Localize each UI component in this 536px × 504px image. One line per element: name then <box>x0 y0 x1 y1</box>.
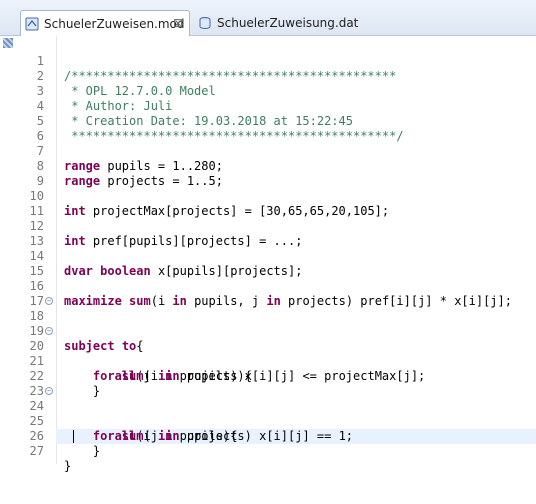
code-text: dvar boolean x[pupils][projects]; <box>64 264 303 278</box>
code-text: int projectMax[projects] = [30,65,65,20,… <box>64 204 390 218</box>
keyword: to <box>121 339 137 353</box>
code-editor[interactable]: 1 /*************************************… <box>0 36 536 473</box>
tab-schuelerzuweisung-dat[interactable]: SchuelerZuweisung.dat <box>194 10 358 36</box>
text-caret <box>73 430 74 443</box>
fold-collapse-icon[interactable]: − <box>45 297 53 305</box>
data-file-icon <box>198 16 212 30</box>
code-line: 11 <box>0 189 44 218</box>
code-line: 25 sum(j in projects) x[i][j] == 1; <box>0 399 353 443</box>
keyword: sum <box>121 369 144 383</box>
code-line: 21 sum(i in pupils) x[i][j] <= projectMa… <box>0 339 426 383</box>
model-file-icon <box>25 17 39 31</box>
close-tab-icon[interactable]: ⊠ <box>173 16 183 30</box>
fold-collapse-icon[interactable]: − <box>45 327 53 335</box>
keyword: range <box>64 174 101 188</box>
code-line: 20 − forall(j in projects){ <box>0 324 252 383</box>
code-line: 16 maximize sum(i in pupils, j in projec… <box>0 264 512 308</box>
tab-label: SchuelerZuweisung.dat <box>217 16 359 30</box>
code-line: 23 <box>0 369 44 398</box>
code-text: range projects = 1..5; <box>64 174 223 188</box>
code-line: 14 dvar boolean x[pupils][projects]; <box>0 234 303 278</box>
keyword: boolean <box>100 264 151 278</box>
code-line: 10 int projectMax[projects] = [30,65,65,… <box>0 174 390 218</box>
keyword: sum <box>129 294 151 308</box>
line-number: 27 <box>29 444 44 458</box>
code-line: 22 } <box>0 354 101 398</box>
keyword: dvar <box>64 264 93 278</box>
keyword: maximize <box>64 294 122 308</box>
keyword: range <box>64 159 101 173</box>
fold-collapse-icon[interactable]: − <box>45 387 53 395</box>
code-text: maximize sum(i in pupils, j in projects)… <box>64 294 512 308</box>
keyword: sum <box>121 429 144 443</box>
code-text: range pupils = 1..280; <box>64 159 223 173</box>
code-line: 17 <box>0 279 44 308</box>
keyword: int <box>64 204 86 218</box>
keyword: in <box>165 429 180 443</box>
code-line: 7 range pupils = 1..280; <box>0 129 223 173</box>
code-line: 19 <box>0 309 44 338</box>
code-line: 2 * OPL 12.7.0.0 Model <box>0 54 216 98</box>
tab-schuelerzuweisen-mod[interactable]: SchuelerZuweisen.mod ⊠ <box>20 10 190 36</box>
code-text: } <box>64 384 101 398</box>
comment-text: * Creation Date: 19.03.2018 at 15:22:45 <box>64 114 353 128</box>
keyword: in <box>172 294 187 308</box>
code-line: 27 } <box>0 429 74 473</box>
code-text: sum(j in projects) x[i][j] == 1; <box>121 429 354 443</box>
editor-tab-bar: SchuelerZuweisen.mod ⊠ SchuelerZuweisung… <box>0 0 536 36</box>
code-line: 26 } <box>0 414 101 458</box>
tab-label: SchuelerZuweisen.mod <box>44 16 185 31</box>
code-line: 5 **************************************… <box>0 99 404 143</box>
code-line: 15 <box>0 249 44 278</box>
code-line: 13 <box>0 219 44 248</box>
code-line: 3 * Author: Juli <box>0 69 173 113</box>
code-line: 4 * Creation Date: 19.03.2018 at 15:22:4… <box>0 84 353 128</box>
code-line: 24 − forall(i in pupils){ <box>0 384 237 443</box>
code-text: int pref[pupils][projects] = ...; <box>64 234 303 248</box>
keyword: int <box>64 234 86 248</box>
code-text: sum(i in pupils) x[i][j] <= projectMax[j… <box>121 369 426 383</box>
comment-text: * OPL 12.7.0.0 Model <box>64 84 216 98</box>
keyword: in <box>266 294 281 308</box>
comment-text: /***************************************… <box>64 69 397 83</box>
code-text: } <box>64 444 101 458</box>
comment-text: ****************************************… <box>64 129 404 143</box>
keyword: subject <box>64 339 115 353</box>
comment-text: * Author: Juli <box>64 99 173 113</box>
code-line: 6 <box>0 114 44 143</box>
code-text: } <box>64 459 72 473</box>
code-line: 12 int pref[pupils][projects] = ...; <box>0 204 303 248</box>
code-line: 9 <box>0 159 44 188</box>
code-line: 1 /*************************************… <box>0 39 397 83</box>
code-line: 18 − subject to{ <box>0 294 144 353</box>
code-text: subject to{ <box>64 339 144 353</box>
keyword: in <box>165 369 180 383</box>
code-line: 8 range projects = 1..5; <box>0 144 223 188</box>
